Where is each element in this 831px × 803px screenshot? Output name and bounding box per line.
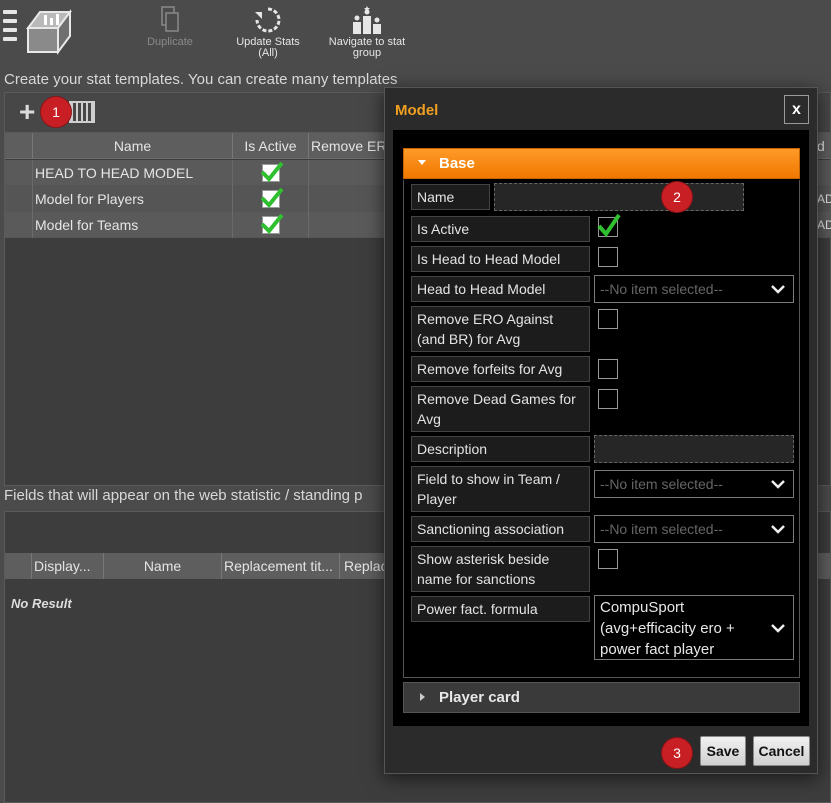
field-to-show-select[interactable]: --No item selected-- xyxy=(594,470,794,498)
row-name: HEAD TO HEAD MODEL xyxy=(32,160,232,186)
section-base-header[interactable]: Base xyxy=(403,148,800,179)
stats-logo-icon xyxy=(22,6,78,56)
navigate-sub: group xyxy=(352,47,382,59)
section-player-card-header[interactable]: Player card xyxy=(403,682,800,713)
chevron-down-icon xyxy=(771,471,785,497)
power-fact-value: CompuSport (avg+efficacity ero + power f… xyxy=(600,599,735,658)
row-remove-ero xyxy=(308,160,388,186)
row-tail: AD xyxy=(817,192,831,206)
check-icon xyxy=(260,161,284,182)
chevron-down-icon xyxy=(771,615,785,641)
step-badge-3: 3 xyxy=(662,738,692,768)
refresh-icon xyxy=(255,7,281,33)
remove-dead-games-checkbox[interactable] xyxy=(598,389,618,409)
update-stats-sub: (All) xyxy=(258,47,278,59)
row-remove-ero xyxy=(308,186,388,212)
check-icon xyxy=(597,213,621,238)
name-label: Name xyxy=(411,184,490,210)
description-input[interactable] xyxy=(594,435,794,463)
toolbar: Duplicate Update Stats (All) Navigate to… xyxy=(0,0,831,68)
row-is-active-cell xyxy=(232,160,308,186)
column-header-replac[interactable]: Replac xyxy=(339,553,388,579)
is-h2h-checkbox[interactable] xyxy=(598,247,618,267)
power-fact-select[interactable]: CompuSport (avg+efficacity ero + power f… xyxy=(594,595,794,660)
row-remove-ero xyxy=(308,212,388,238)
fields-heading: Fields that will appear on the web stati… xyxy=(4,487,363,504)
field-to-show-label: Field to show in Team / Player xyxy=(411,466,590,512)
step-badge-2: 2 xyxy=(662,182,692,212)
hamburger-menu-icon[interactable] xyxy=(3,10,19,48)
update-stats-button[interactable]: Update Stats (All) xyxy=(228,6,308,59)
model-dialog: Model x Base Name 2 Is Active Is Head to… xyxy=(384,87,818,774)
navigate-stat-group-button[interactable]: Navigate to stat group xyxy=(320,6,414,59)
column-header-name[interactable]: Name xyxy=(103,553,221,579)
name-input[interactable] xyxy=(494,183,744,211)
columns-icon[interactable] xyxy=(69,101,95,123)
sanctioning-label: Sanctioning association xyxy=(411,516,590,542)
dialog-body: Base Name 2 Is Active Is Head to Head Mo… xyxy=(393,130,809,726)
h2h-model-label: Head to Head Model xyxy=(411,276,590,302)
column-header-is-active[interactable]: Is Active xyxy=(232,133,308,159)
section-base-label: Base xyxy=(439,155,475,172)
row-name: Model for Teams xyxy=(32,212,232,238)
h2h-model-select[interactable]: --No item selected-- xyxy=(594,275,794,303)
section-player-card-label: Player card xyxy=(439,689,520,706)
cancel-button[interactable]: Cancel xyxy=(753,736,810,766)
row-is-active-cell xyxy=(232,186,308,212)
save-button[interactable]: Save xyxy=(700,736,746,766)
dialog-footer: 3 Save Cancel xyxy=(385,726,817,774)
sanctioning-value: --No item selected-- xyxy=(600,521,723,537)
expand-right-icon xyxy=(420,693,425,701)
remove-forfeits-label: Remove forfeits for Avg xyxy=(411,356,590,382)
row-name: Model for Players xyxy=(32,186,232,212)
remove-ero-label: Remove ERO Against (and BR) for Avg xyxy=(411,306,590,352)
field-to-show-value: --No item selected-- xyxy=(600,476,723,492)
dialog-title: Model xyxy=(395,102,439,119)
duplicate-button[interactable]: Duplicate xyxy=(141,6,199,48)
page-heading: Create your stat templates. You can crea… xyxy=(4,71,398,88)
column-header-tail: d xyxy=(817,138,825,154)
h2h-model-value: --No item selected-- xyxy=(600,281,723,297)
no-result-text: No Result xyxy=(11,596,72,611)
asterisk-checkbox[interactable] xyxy=(598,549,618,569)
column-header-name[interactable]: Name xyxy=(32,133,232,159)
remove-dead-games-label: Remove Dead Games for Avg xyxy=(411,386,590,432)
asterisk-label: Show asterisk beside name for sanctions xyxy=(411,546,590,592)
check-icon xyxy=(260,187,284,208)
expand-down-icon xyxy=(418,160,426,165)
check-icon xyxy=(260,213,284,234)
chevron-down-icon xyxy=(771,276,785,302)
is-h2h-label: Is Head to Head Model xyxy=(411,246,590,272)
add-icon[interactable]: + xyxy=(19,98,35,126)
is-active-label: Is Active xyxy=(411,216,590,242)
row-is-active-cell xyxy=(232,212,308,238)
chevron-down-icon xyxy=(771,516,785,542)
remove-ero-checkbox[interactable] xyxy=(598,309,618,329)
description-label: Description xyxy=(411,436,590,462)
sanctioning-select[interactable]: --No item selected-- xyxy=(594,515,794,543)
step-badge-1: 1 xyxy=(41,97,71,127)
section-base-content: Name 2 Is Active Is Head to Head Model H… xyxy=(403,180,800,678)
podium-icon xyxy=(353,6,381,34)
column-header-display[interactable]: Display... xyxy=(31,553,103,579)
duplicate-label: Duplicate xyxy=(147,36,193,48)
close-button[interactable]: x xyxy=(784,95,809,124)
row-tail: AD xyxy=(817,218,831,232)
remove-forfeits-checkbox[interactable] xyxy=(598,359,618,379)
duplicate-icon xyxy=(161,6,179,32)
power-fact-label: Power fact. formula xyxy=(411,596,590,622)
column-header-replacement-title[interactable]: Replacement tit... xyxy=(221,553,339,579)
